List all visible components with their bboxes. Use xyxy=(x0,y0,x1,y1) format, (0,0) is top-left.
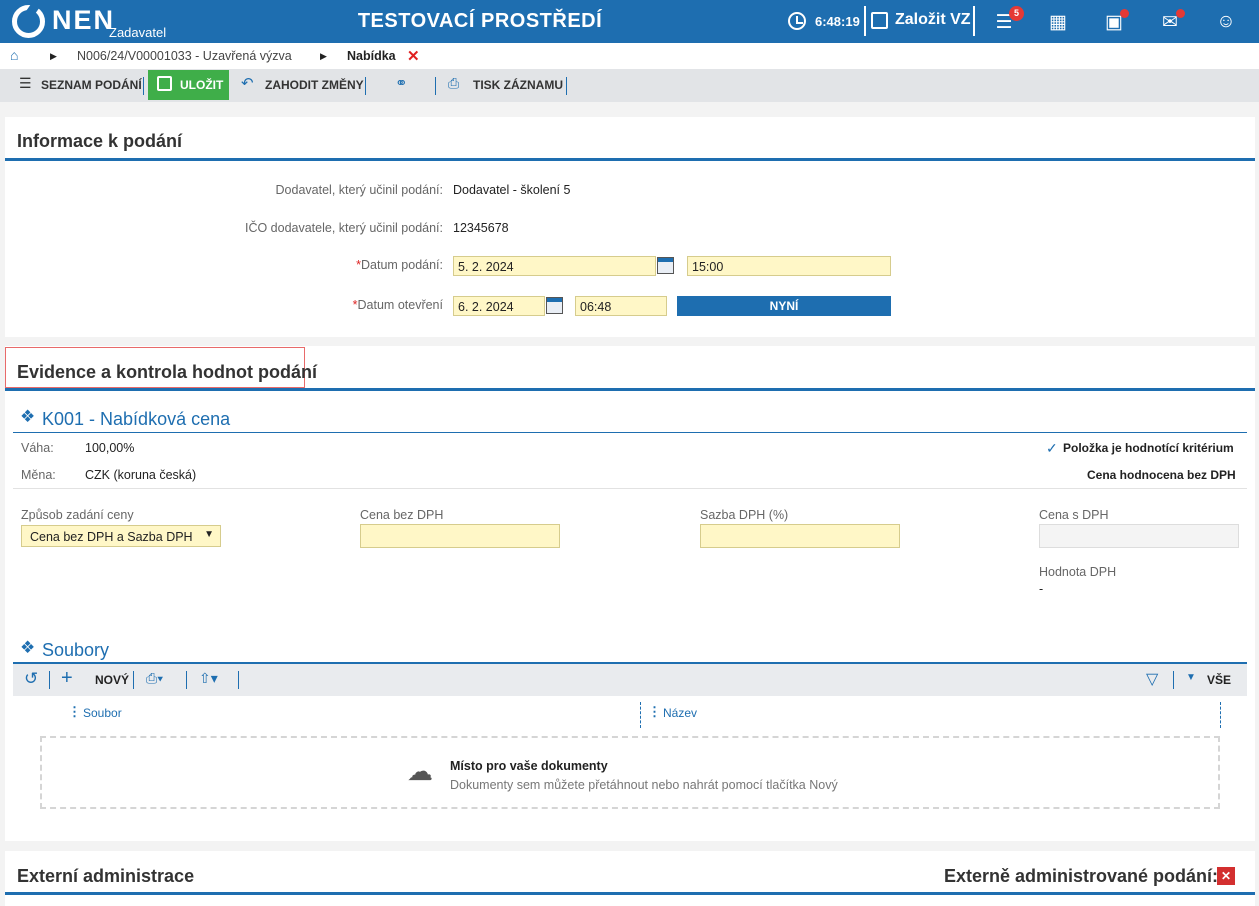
refresh-icon[interactable]: ↺ xyxy=(24,669,38,689)
open-date-label: *Datum otevření xyxy=(352,298,443,312)
save-icon xyxy=(157,76,172,91)
submit-date-label: *Datum podání: xyxy=(356,258,443,272)
edit-icon xyxy=(871,12,888,29)
mail-notification-dot xyxy=(1176,9,1185,18)
currency-value: CZK (koruna česká) xyxy=(85,468,197,482)
breadcrumb: ⌂ ▶ N006/24/V00001033 - Uzavřená výzva ▶… xyxy=(0,43,1259,69)
tag-icon: ❖ xyxy=(20,638,36,657)
user-icon[interactable]: ☺ xyxy=(1212,9,1240,35)
column-menu-icon[interactable]: ⋮ xyxy=(648,704,661,720)
top-bar: NEN Zadavatel TESTOVACÍ PROSTŘEDÍ 6:48:1… xyxy=(0,0,1259,43)
currency-label: Měna: xyxy=(21,468,56,482)
files-toolbar: ↺ + NOVÝ ⎙▾ ⇧▾ ▽ ▼ VŠE xyxy=(13,664,1247,696)
close-icon[interactable]: ✕ xyxy=(407,47,420,65)
chevron-right-icon: ▶ xyxy=(320,51,327,61)
new-file-button[interactable]: NOVÝ xyxy=(95,673,129,687)
undo-icon: ↶ xyxy=(241,75,254,92)
breadcrumb-tender[interactable]: N006/24/V00001033 - Uzavřená výzva xyxy=(77,49,292,63)
calendar-icon[interactable] xyxy=(657,257,674,274)
check-icon: ✓ xyxy=(1046,440,1058,456)
plus-icon: + xyxy=(61,667,73,689)
tasks-badge: 5 xyxy=(1009,6,1024,21)
award-icon[interactable]: ⚭ xyxy=(395,74,408,92)
nen-logo-icon xyxy=(12,5,45,38)
cloud-upload-icon: ☁ xyxy=(407,756,433,786)
weight-label: Váha: xyxy=(21,441,54,455)
criterion-title: K001 - Nabídková cena xyxy=(42,409,231,429)
drop-zone-title: Místo pro vaše dokumenty xyxy=(450,759,608,773)
supplier-value: Dodavatel - školení 5 xyxy=(453,183,571,197)
price-mode-select[interactable]: Cena bez DPH a Sazba DPH ▼ xyxy=(21,525,221,547)
vat-rate-label: Sazba DPH (%) xyxy=(700,508,789,522)
external-title: Externí administrace xyxy=(17,866,195,886)
price-without-vat-input[interactable] xyxy=(360,524,560,548)
info-title: Informace k podání xyxy=(17,131,183,151)
now-button[interactable]: NYNÍ xyxy=(677,296,891,316)
inbox-notification-dot xyxy=(1120,9,1129,18)
price-with-vat-label: Cena s DPH xyxy=(1039,508,1109,522)
weight-value: 100,00% xyxy=(85,441,135,455)
print-icon: ⎙ xyxy=(448,75,460,91)
environment-title: TESTOVACÍ PROSTŘEDÍ xyxy=(357,10,603,32)
criterion-flag: Položka je hodnotící kritérium xyxy=(1063,441,1234,455)
print-record-button[interactable]: TISK ZÁZNAMU xyxy=(473,78,563,92)
file-drop-zone[interactable]: ☁ Místo pro vaše dokumenty Dokumenty sem… xyxy=(40,736,1220,809)
price-basis: Cena hodnocena bez DPH xyxy=(1087,468,1236,482)
save-button[interactable]: ULOŽIT xyxy=(148,70,229,100)
false-flag-icon[interactable]: ✕ xyxy=(1217,867,1235,885)
evidence-title: Evidence a kontrola hodnot podání xyxy=(17,362,318,382)
vat-rate-input[interactable] xyxy=(700,524,900,548)
toolbar: ☰ SEZNAM PODÁNÍ ULOŽIT ↶ ZAHODIT ZMĚNY ⚭… xyxy=(0,69,1259,102)
chevron-right-icon: ▶ xyxy=(50,51,57,61)
supplier-label: Dodavatel, který učinil podání: xyxy=(275,183,443,197)
column-file[interactable]: Soubor xyxy=(83,706,122,720)
open-date-input[interactable]: 6. 2. 2024 xyxy=(453,296,545,316)
price-without-vat-label: Cena bez DPH xyxy=(360,508,444,522)
app-logo-text: NEN xyxy=(52,5,116,35)
ico-label: IČO dodavatele, který učinil podání: xyxy=(244,221,443,235)
calendar-icon[interactable] xyxy=(546,297,563,314)
clock-icon xyxy=(788,12,806,30)
submit-date-input[interactable]: 5. 2. 2024 xyxy=(453,256,656,276)
discard-changes-button[interactable]: ZAHODIT ZMĚNY xyxy=(265,78,364,92)
price-with-vat-field xyxy=(1039,524,1239,548)
info-panel: Informace k podání Dodavatel, který učin… xyxy=(5,117,1255,337)
chevron-down-icon: ▼ xyxy=(1186,672,1196,683)
column-name[interactable]: Název xyxy=(663,706,697,720)
show-all-button[interactable]: VŠE xyxy=(1207,673,1231,687)
submit-time-input[interactable]: 15:00 xyxy=(687,256,891,276)
price-mode-label: Způsob zadání ceny xyxy=(21,508,134,522)
home-icon[interactable]: ⌂ xyxy=(10,47,18,63)
vat-value-label: Hodnota DPH xyxy=(1039,565,1117,579)
session-time: 6:48:19 xyxy=(815,14,860,29)
export-dropdown-icon[interactable]: ⇧▾ xyxy=(199,670,218,687)
print-dropdown-icon[interactable]: ⎙▾ xyxy=(146,670,163,687)
external-flag-label: Externě administrované podání: xyxy=(943,866,1218,886)
open-time-input[interactable]: 06:48 xyxy=(575,296,667,316)
chevron-down-icon: ▼ xyxy=(204,529,214,540)
evidence-panel: Evidence a kontrola hodnot podání ❖ K001… xyxy=(5,346,1255,841)
column-menu-icon[interactable]: ⋮ xyxy=(68,704,81,720)
list-icon: ☰ xyxy=(19,75,32,91)
breadcrumb-current: Nabídka xyxy=(347,49,396,63)
create-tender-button[interactable]: Založit VZ xyxy=(895,11,971,29)
external-panel: Externí administrace Externě administrov… xyxy=(5,851,1255,906)
tag-icon: ❖ xyxy=(20,407,36,426)
calendar-icon[interactable]: ▦ xyxy=(1044,9,1072,35)
submission-list-button[interactable]: SEZNAM PODÁNÍ xyxy=(41,78,142,92)
app-role: Zadavatel xyxy=(109,25,167,40)
ico-value: 12345678 xyxy=(453,221,509,235)
filter-icon[interactable]: ▽ xyxy=(1146,669,1158,689)
vat-value: - xyxy=(1039,582,1044,596)
files-title: Soubory xyxy=(42,640,110,660)
drop-zone-hint: Dokumenty sem můžete přetáhnout nebo nah… xyxy=(450,778,838,792)
